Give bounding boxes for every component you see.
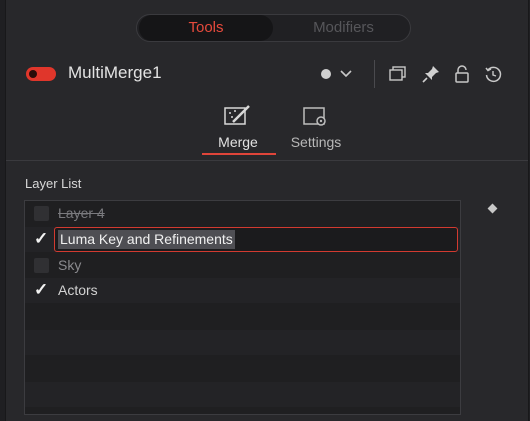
merge-icon — [198, 100, 278, 128]
tab-merge-label: Merge — [218, 134, 258, 150]
enable-toggle-icon[interactable] — [26, 67, 56, 81]
tools-modifiers-switch: Tools Modifiers — [136, 14, 411, 42]
tab-settings[interactable]: Settings — [276, 100, 356, 150]
layer-name: Sky — [58, 257, 82, 273]
check-icon: ✓ — [34, 280, 49, 299]
dot-icon[interactable] — [318, 62, 334, 86]
layer-name: Layer 4 — [58, 205, 105, 221]
tab-tools[interactable]: Tools — [139, 15, 273, 41]
tab-modifiers[interactable]: Modifiers — [277, 15, 410, 41]
lock-icon[interactable] — [452, 62, 472, 86]
inspector-panel: Tools Modifiers MultiMerge1 Merge Settin… — [5, 0, 529, 421]
tab-merge[interactable]: Merge — [198, 100, 278, 150]
empty-row — [25, 330, 460, 355]
chevron-down-icon[interactable] — [338, 62, 354, 86]
node-name[interactable]: MultiMerge1 — [68, 63, 162, 83]
list-item[interactable]: Layer 4 — [25, 201, 460, 226]
section-divider — [6, 160, 528, 161]
window-icon[interactable] — [388, 62, 408, 86]
node-header: MultiMerge1 — [6, 52, 528, 96]
list-item[interactable]: ✓ Actors — [25, 278, 460, 303]
pin-icon[interactable] — [421, 62, 441, 86]
divider — [374, 60, 375, 88]
keyframe-diamond-icon[interactable] — [487, 203, 498, 214]
active-tab-indicator — [202, 153, 276, 155]
layer-name-selected-text[interactable]: Luma Key and Refinements — [58, 230, 235, 249]
layer-checkbox[interactable]: ✓ — [34, 229, 49, 248]
list-item[interactable]: Sky — [25, 253, 460, 278]
layer-checkbox[interactable]: ✓ — [34, 280, 49, 299]
check-icon: ✓ — [34, 229, 49, 248]
sub-tab-bar: Merge Settings — [6, 98, 528, 158]
settings-icon — [276, 100, 356, 128]
empty-row — [25, 356, 460, 381]
layer-checkbox[interactable] — [34, 258, 49, 273]
layer-list-title: Layer List — [25, 176, 82, 191]
top-tab-bar: Tools Modifiers — [6, 0, 528, 50]
layer-list[interactable]: Layer 4 ✓ Luma Key and Refinements Sky ✓… — [24, 200, 461, 415]
empty-row — [25, 382, 460, 407]
empty-row — [25, 304, 460, 329]
layer-name: Actors — [58, 282, 98, 298]
layer-checkbox[interactable] — [34, 206, 49, 221]
reset-icon[interactable] — [483, 62, 503, 86]
list-item[interactable]: ✓ Luma Key and Refinements — [25, 227, 460, 252]
tab-settings-label: Settings — [290, 134, 342, 150]
layer-name-edit-field[interactable]: Luma Key and Refinements — [54, 227, 458, 252]
